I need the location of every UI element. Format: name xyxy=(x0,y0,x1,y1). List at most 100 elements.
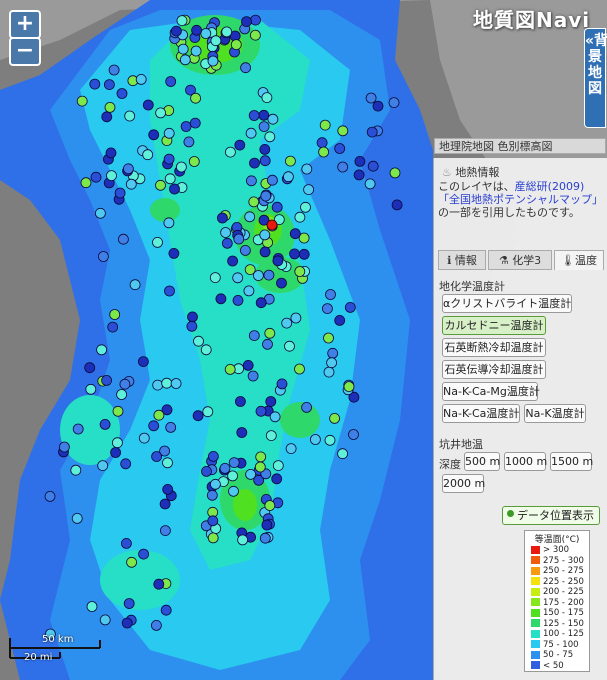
sample-point[interactable] xyxy=(298,248,310,260)
sample-point[interactable] xyxy=(290,312,302,324)
sample-point[interactable] xyxy=(255,297,267,309)
sample-point[interactable] xyxy=(192,410,204,422)
sample-point[interactable] xyxy=(245,468,257,480)
sample-point[interactable] xyxy=(244,264,256,276)
sample-point[interactable] xyxy=(169,183,180,195)
sample-point[interactable] xyxy=(207,450,219,462)
sample-point[interactable] xyxy=(285,443,297,455)
sample-point[interactable] xyxy=(162,457,173,469)
sample-point[interactable] xyxy=(323,366,335,378)
sample-point[interactable] xyxy=(135,74,147,85)
sample-point[interactable] xyxy=(190,92,202,104)
sample-point[interactable] xyxy=(230,39,242,50)
sample-point[interactable] xyxy=(163,153,175,165)
sample-point[interactable] xyxy=(72,423,84,435)
sample-point[interactable] xyxy=(269,411,281,423)
sample-point[interactable] xyxy=(343,381,355,393)
depth-1500-button[interactable]: 1500 m xyxy=(550,452,593,471)
sample-point[interactable] xyxy=(247,370,259,382)
sample-point[interactable] xyxy=(112,437,123,449)
sample-point[interactable] xyxy=(241,16,252,28)
quartz-adiabatic-button[interactable]: 石英断熱冷却温度計 xyxy=(442,338,546,357)
data-position-button[interactable]: データ位置表示 xyxy=(502,506,600,525)
sample-point[interactable] xyxy=(118,233,129,245)
sample-point[interactable] xyxy=(265,396,277,407)
sample-point[interactable] xyxy=(180,121,192,132)
sample-point[interactable] xyxy=(201,465,212,477)
sample-point[interactable] xyxy=(99,614,111,626)
sample-point[interactable] xyxy=(329,412,341,424)
sample-point[interactable] xyxy=(80,177,92,189)
sample-point[interactable] xyxy=(207,515,219,527)
sample-point[interactable] xyxy=(326,357,338,369)
sample-point[interactable] xyxy=(105,147,117,159)
sample-point[interactable] xyxy=(85,383,97,395)
sample-point[interactable] xyxy=(200,344,212,356)
sample-point[interactable] xyxy=(224,363,236,375)
sample-point[interactable] xyxy=(90,171,102,183)
sample-point[interactable] xyxy=(121,617,133,629)
sample-point[interactable] xyxy=(388,97,400,108)
sample-point[interactable] xyxy=(364,178,376,190)
sample-point[interactable] xyxy=(255,405,267,417)
sample-point[interactable] xyxy=(242,359,254,371)
tab-chemistry[interactable]: ⚗ 化学3 xyxy=(488,250,552,270)
sample-point[interactable] xyxy=(148,129,160,141)
sample-point[interactable] xyxy=(334,314,346,326)
tab-info[interactable]: ℹ 情報 xyxy=(438,250,486,270)
sample-point[interactable] xyxy=(334,143,346,154)
na-k-ca-mg-button[interactable]: Na-K-Ca-Mg温度計 xyxy=(442,382,540,401)
sample-point[interactable] xyxy=(151,451,163,462)
sample-point[interactable] xyxy=(59,441,70,453)
sample-point[interactable] xyxy=(44,490,56,502)
sample-point[interactable] xyxy=(259,143,271,155)
sample-point[interactable] xyxy=(281,317,293,329)
sample-point[interactable] xyxy=(244,211,256,223)
sample-point[interactable] xyxy=(391,199,403,211)
sample-point[interactable] xyxy=(303,184,315,196)
sample-point[interactable] xyxy=(259,532,271,544)
sample-point[interactable] xyxy=(262,338,273,350)
sample-point[interactable] xyxy=(245,127,257,139)
sample-point[interactable] xyxy=(188,156,200,167)
sample-point[interactable] xyxy=(323,332,334,344)
sample-point[interactable] xyxy=(367,160,379,172)
sample-point[interactable] xyxy=(216,212,228,224)
sample-point[interactable] xyxy=(76,95,88,107)
sample-point[interactable] xyxy=(170,378,182,389)
sample-point[interactable] xyxy=(163,127,175,139)
sample-point[interactable] xyxy=(153,578,165,590)
sample-point[interactable] xyxy=(232,294,244,306)
sample-point[interactable] xyxy=(161,377,173,389)
sample-point[interactable] xyxy=(122,163,134,175)
sample-point[interactable] xyxy=(272,460,284,472)
sample-point[interactable] xyxy=(300,201,311,213)
sample-point[interactable] xyxy=(191,24,203,36)
sample-point[interactable] xyxy=(228,457,240,469)
sample-point[interactable] xyxy=(84,362,96,374)
sample-point[interactable] xyxy=(348,429,359,440)
sample-point[interactable] xyxy=(89,78,101,90)
sample-point[interactable] xyxy=(215,293,227,305)
sample-point[interactable] xyxy=(248,196,260,208)
sample-point[interactable] xyxy=(228,485,239,497)
sample-point[interactable] xyxy=(267,113,279,125)
sample-point[interactable] xyxy=(148,420,160,432)
sample-point[interactable] xyxy=(284,155,296,167)
sample-point[interactable] xyxy=(258,121,270,132)
sample-point[interactable] xyxy=(152,379,164,391)
sample-point[interactable] xyxy=(99,418,111,430)
sample-point[interactable] xyxy=(138,548,150,560)
sample-point[interactable] xyxy=(114,187,126,199)
sample-point[interactable] xyxy=(155,107,167,119)
sample-point[interactable] xyxy=(236,427,248,438)
sample-point[interactable] xyxy=(95,207,106,219)
sample-point[interactable] xyxy=(159,498,171,510)
sample-point[interactable] xyxy=(71,513,83,524)
sample-point[interactable] xyxy=(116,88,128,99)
sample-point[interactable] xyxy=(210,35,222,47)
sample-point[interactable] xyxy=(337,448,349,460)
sample-point[interactable] xyxy=(119,378,131,390)
sample-point[interactable] xyxy=(263,269,275,281)
sample-point[interactable] xyxy=(153,409,165,421)
